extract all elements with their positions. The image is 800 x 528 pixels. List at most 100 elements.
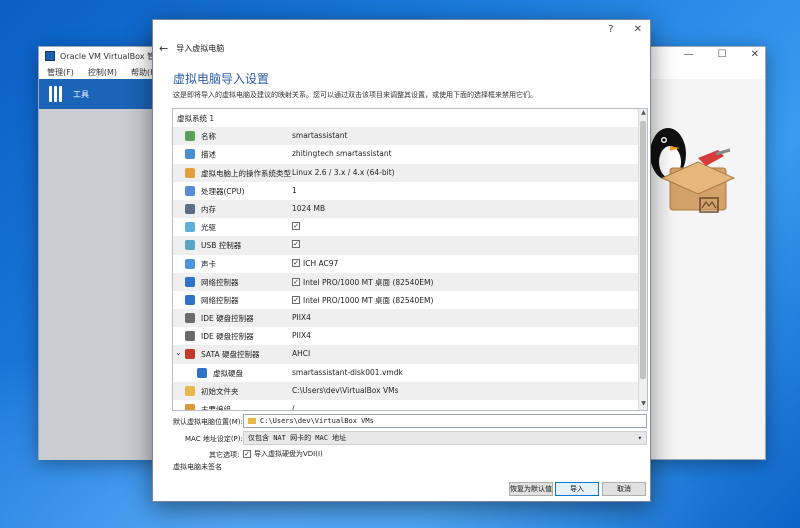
row-value: Intel PRO/1000 MT 桌面 (82540EM) <box>303 277 434 287</box>
row-checkbox[interactable]: ✓ <box>292 222 300 231</box>
unsigned-notice: 虚拟电脑未签名 <box>173 463 222 471</box>
row-value-cell[interactable]: smartassistant <box>292 131 347 140</box>
scroll-up-icon[interactable]: ▲ <box>639 109 647 119</box>
import-vdi-checkbox[interactable]: ✓ <box>243 450 251 458</box>
back-arrow-icon[interactable]: ← <box>159 42 168 55</box>
row-value: ICH AC97 <box>303 258 339 268</box>
row-label: 网络控制器 <box>201 277 239 287</box>
row-label: 声卡 <box>201 259 216 269</box>
row-value-cell[interactable]: 1 <box>292 186 297 195</box>
page-title: 虚拟电脑导入设置 <box>173 72 270 86</box>
row-label: 描述 <box>201 150 216 160</box>
row-value-cell[interactable]: ✓ Intel PRO/1000 MT 桌面 (82540EM) <box>292 295 433 306</box>
row-value-cell[interactable]: PIIX4 <box>292 313 311 322</box>
penguin-toolbox-illustration <box>650 128 736 213</box>
row-value-cell[interactable]: ✓ Intel PRO/1000 MT 桌面 (82540EM) <box>292 277 433 288</box>
row-value: Intel PRO/1000 MT 桌面 (82540EM) <box>303 295 434 305</box>
row-value: Linux 2.6 / 3.x / 4.x (64-bit) <box>292 167 395 177</box>
table-row[interactable]: IDE 硬盘控制器 PIIX4 <box>173 327 647 345</box>
menu-control[interactable]: 控制(M) <box>88 67 117 78</box>
row-checkbox[interactable]: ✓ <box>292 259 300 267</box>
location-value: C:\Users\dev\VirtualBox VMs <box>260 417 374 425</box>
maximize-button[interactable]: ☐ <box>718 49 727 60</box>
row-value-cell[interactable]: C:\Users\dev\VirtualBox VMs <box>292 386 399 395</box>
restore-defaults-button[interactable]: 恢复为默认值 <box>509 482 553 496</box>
row-checkbox[interactable]: ✓ <box>292 278 300 287</box>
row-checkbox[interactable]: ✓ <box>292 240 300 249</box>
cancel-button[interactable]: 取消 <box>602 482 646 496</box>
system-header-row[interactable]: 虚拟系统 1 <box>173 109 647 127</box>
row-value-cell[interactable]: 1024 MB <box>292 204 325 213</box>
table-row[interactable]: ⌄ SATA 硬盘控制器 AHCI <box>173 345 647 364</box>
import-button[interactable]: 导入 <box>555 482 599 496</box>
row-value-cell[interactable]: ✓ ICH AC97 <box>292 259 338 268</box>
row-icon <box>185 404 195 410</box>
table-row[interactable]: 描述 zhitingtech smartassistant <box>173 145 647 163</box>
import-appliance-dialog: ? ✕ ← 导入虚拟电脑 虚拟电脑导入设置 这是即将导入的虚拟电脑及建议的映射关… <box>152 19 651 502</box>
row-icon <box>185 131 195 142</box>
virtualbox-logo-icon <box>45 51 55 61</box>
row-value: / <box>292 404 295 411</box>
table-row[interactable]: 光驱 ✓ <box>173 218 647 236</box>
appliance-settings-table[interactable]: 虚拟系统 1 名称 smartassistant 描述 zhitingtech sma… <box>172 108 648 411</box>
row-value-cell[interactable]: smartassistant-disk001.vmdk <box>292 368 403 377</box>
row-label: SATA 硬盘控制器 <box>201 350 260 360</box>
row-value-cell[interactable]: zhitingtech smartassistant <box>292 149 392 158</box>
menu-manage[interactable]: 管理(F) <box>47 67 74 78</box>
row-value: zhitingtech smartassistant <box>292 149 392 159</box>
close-button[interactable]: ✕ <box>751 49 759 60</box>
row-value-cell[interactable]: AHCI <box>292 349 310 358</box>
import-vdi-option[interactable]: ✓ 导入虚拟硬盘为VDI(I) <box>243 449 323 459</box>
table-row[interactable]: 虚拟电脑上的操作系统类型 Linux 2.6 / 3.x / 4.x (64-bi… <box>173 163 647 182</box>
table-row[interactable]: 网络控制器 ✓ Intel PRO/1000 MT 桌面 (82540EM) <box>173 291 647 309</box>
location-field[interactable]: C:\Users\dev\VirtualBox VMs <box>243 414 647 428</box>
row-label: 主要编组 <box>201 405 231 411</box>
minimize-button[interactable]: — <box>684 49 694 60</box>
mac-label: MAC 地址设定(P): <box>185 435 243 443</box>
row-icon <box>185 313 195 324</box>
chevron-down-icon[interactable]: ⌄ <box>175 348 182 357</box>
row-label: IDE 硬盘控制器 <box>201 332 254 342</box>
mac-value: 仅包含 NAT 网卡的 MAC 地址 <box>248 434 347 442</box>
table-row[interactable]: 内存 1024 MB <box>173 199 647 219</box>
dialog-close-button[interactable]: ✕ <box>634 24 642 35</box>
row-value: smartassistant <box>292 131 348 141</box>
row-label: USB 控制器 <box>201 241 242 251</box>
table-row[interactable]: 初始文件夹 C:\Users\dev\VirtualBox VMs <box>173 381 647 400</box>
row-value: 1 <box>292 185 297 195</box>
table-row[interactable]: 处理器(CPU) 1 <box>173 182 647 200</box>
help-button[interactable]: ? <box>608 24 613 35</box>
mac-policy-select[interactable]: 仅包含 NAT 网卡的 MAC 地址 ▾ <box>243 431 647 445</box>
sidebar-item-tools[interactable]: 工具 <box>39 79 155 109</box>
scroll-thumb[interactable] <box>640 121 646 379</box>
row-checkbox[interactable]: ✓ <box>292 296 300 305</box>
row-icon <box>185 294 195 305</box>
table-row[interactable]: USB 控制器 ✓ <box>173 236 647 255</box>
row-value-cell[interactable]: ✓ <box>292 222 303 231</box>
row-icon <box>185 185 195 196</box>
vertical-scrollbar[interactable]: ▲ ▼ <box>638 109 647 410</box>
table-row[interactable]: IDE 硬盘控制器 PIIX4 <box>173 309 647 328</box>
scroll-down-icon[interactable]: ▼ <box>639 400 647 410</box>
row-label: 初始文件夹 <box>201 386 239 396</box>
table-row[interactable]: 名称 smartassistant <box>173 127 647 146</box>
row-value-cell[interactable]: / <box>292 404 295 411</box>
table-row[interactable]: 声卡 ✓ ICH AC97 <box>173 255 647 273</box>
row-value-cell[interactable]: Linux 2.6 / 3.x / 4.x (64-bit) <box>292 168 395 177</box>
row-label: 光驱 <box>201 223 216 233</box>
row-value-cell[interactable]: PIIX4 <box>292 331 311 340</box>
row-label: 内存 <box>201 204 216 214</box>
row-label: 虚拟硬盘 <box>213 368 243 378</box>
row-value: smartassistant-disk001.vmdk <box>292 367 403 377</box>
table-row[interactable]: 虚拟硬盘 smartassistant-disk001.vmdk <box>173 364 647 382</box>
chevron-down-icon: ▾ <box>637 434 642 442</box>
row-label: 名称 <box>201 132 216 142</box>
row-value-cell[interactable]: ✓ <box>292 240 303 249</box>
row-icon <box>185 258 195 269</box>
row-icon <box>185 331 195 342</box>
table-row[interactable]: 主要编组 / <box>173 400 647 411</box>
other-options-label: 其它选项: <box>209 451 240 459</box>
tools-label: 工具 <box>73 89 89 99</box>
row-icon <box>185 203 195 214</box>
table-row[interactable]: 网络控制器 ✓ Intel PRO/1000 MT 桌面 (82540EM) <box>173 272 647 291</box>
